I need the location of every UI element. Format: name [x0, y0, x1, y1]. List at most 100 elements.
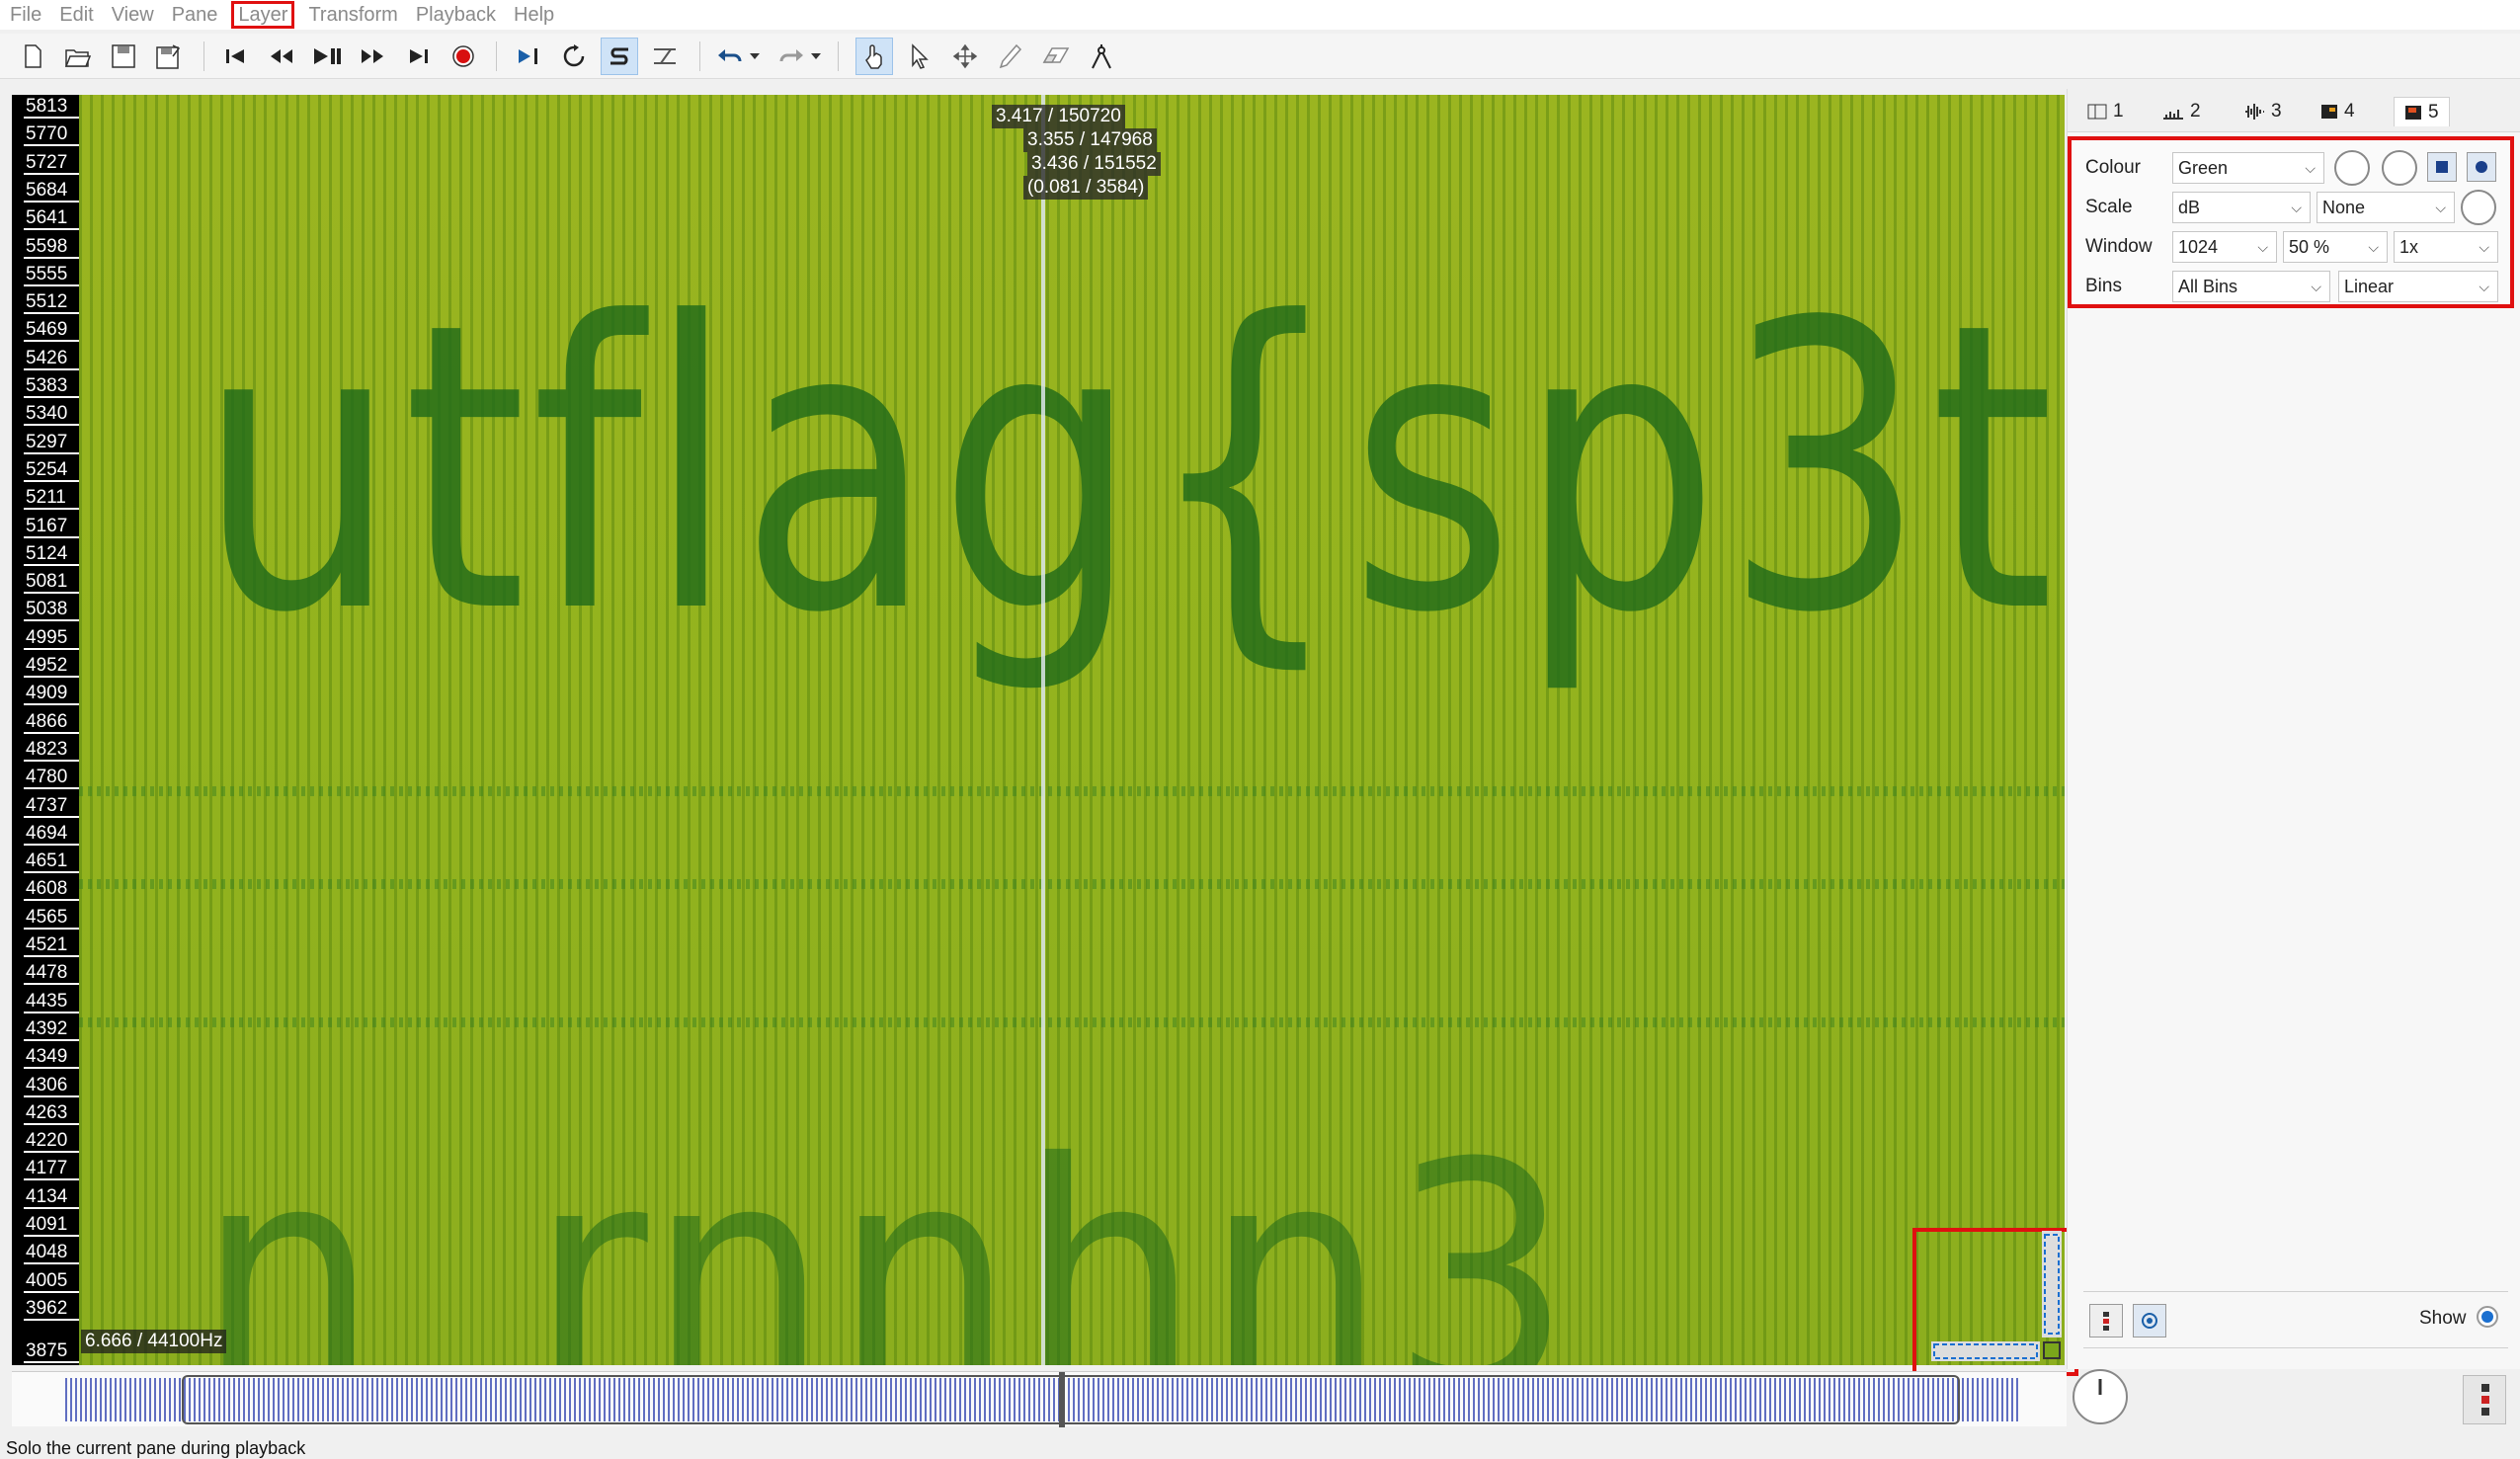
- frequency-tick-label: 4005: [24, 1270, 79, 1293]
- frequency-tick-label: 4435: [24, 991, 79, 1013]
- select-icon[interactable]: [901, 38, 938, 75]
- move-icon[interactable]: [946, 38, 984, 75]
- measure-icon[interactable]: [1083, 38, 1120, 75]
- show-layer-toggle[interactable]: [2477, 1306, 2498, 1328]
- frequency-tick-label: 5426: [24, 348, 79, 370]
- chevron-down-icon: ⌵: [2257, 239, 2268, 255]
- erase-icon[interactable]: [1037, 38, 1075, 75]
- chevron-down-icon: ⌵: [2305, 160, 2316, 176]
- open-file-icon[interactable]: [59, 38, 97, 75]
- loop-icon[interactable]: [555, 38, 593, 75]
- overview-playhead[interactable]: [1059, 1372, 1065, 1427]
- playback-cursor[interactable]: [1041, 95, 1045, 1365]
- spectrogram-pane[interactable]: utflag{sp3tr0 n_rnnhn3 3.417 / 150720 3.…: [12, 95, 2065, 1365]
- frequency-tick-label: 3875: [24, 1341, 79, 1363]
- frequency-tick-label: 5297: [24, 432, 79, 454]
- frequency-tick-label: 5167: [24, 516, 79, 538]
- overview-view-frame[interactable]: [182, 1375, 1960, 1424]
- chevron-down-icon: ⌵: [2291, 200, 2302, 215]
- colour-row: Colour: [2085, 157, 2141, 178]
- menu-layer[interactable]: Layer: [231, 1, 295, 29]
- tab-4[interactable]: 4: [2320, 97, 2355, 126]
- draw-icon[interactable]: [992, 38, 1029, 75]
- frequency-tick-label: 5512: [24, 292, 79, 315]
- menu-pane[interactable]: Pane: [168, 1, 232, 29]
- frequency-tick-label: 4952: [24, 656, 79, 678]
- undo-dropdown-icon[interactable]: [747, 38, 763, 75]
- frequency-band: [79, 1017, 2065, 1027]
- new-file-icon[interactable]: [14, 38, 51, 75]
- save-icon[interactable]: [105, 38, 142, 75]
- zoom-reset-button[interactable]: [2043, 1341, 2061, 1359]
- frequency-tick-label: 4651: [24, 851, 79, 874]
- toolbar: [0, 34, 2520, 79]
- frequency-tick-label: 4694: [24, 823, 79, 846]
- threshold-dial[interactable]: [2382, 150, 2417, 186]
- menu-file[interactable]: File: [6, 1, 55, 29]
- normalization-select[interactable]: None ⌵: [2317, 192, 2455, 223]
- invert-colours-toggle[interactable]: [2427, 152, 2457, 182]
- frequency-tick-label: 5038: [24, 600, 79, 622]
- undo-icon[interactable]: [711, 38, 749, 75]
- pane-layer-button[interactable]: [2089, 1304, 2123, 1337]
- horizontal-zoom-slider[interactable]: [1931, 1341, 2040, 1361]
- frequency-tick-label: 4349: [24, 1047, 79, 1070]
- menu-help[interactable]: Help: [510, 1, 568, 29]
- oversampling-select[interactable]: 1x ⌵: [2394, 231, 2498, 263]
- redo-icon[interactable]: [772, 38, 810, 75]
- bins-select[interactable]: All Bins ⌵: [2172, 271, 2330, 302]
- colour-select[interactable]: Green ⌵: [2172, 152, 2324, 184]
- frequency-tick-label: 4134: [24, 1186, 79, 1209]
- spectrogram-hidden-text-lower: n_rnnhn3: [198, 1096, 1578, 1365]
- tab-1[interactable]: 1: [2087, 97, 2124, 126]
- frequency-tick-label: 4177: [24, 1159, 79, 1181]
- save-as-icon[interactable]: [150, 38, 188, 75]
- spectrum-icon: [2163, 110, 2183, 120]
- tab-5[interactable]: 5: [2394, 97, 2450, 126]
- rewind-icon[interactable]: [263, 38, 300, 75]
- fast-forward-end-icon[interactable]: [399, 38, 437, 75]
- align-icon[interactable]: [646, 38, 684, 75]
- record-icon[interactable]: [445, 38, 482, 75]
- play-pause-icon[interactable]: [308, 38, 346, 75]
- layer-strip: Show: [2083, 1291, 2508, 1348]
- frequency-tick-label: 4565: [24, 907, 79, 930]
- scale-select[interactable]: dB ⌵: [2172, 192, 2311, 223]
- colour-rotation-dial[interactable]: [2334, 150, 2370, 186]
- frequency-tick-label: 4737: [24, 795, 79, 818]
- spectrogram-canvas[interactable]: utflag{sp3tr0 n_rnnhn3 3.417 / 150720 3.…: [79, 95, 2065, 1365]
- layer-tabs: 1 2 3 4 5: [2068, 89, 2520, 132]
- chevron-down-icon: ⌵: [2435, 200, 2446, 215]
- frequency-tick-label: 5469: [24, 320, 79, 343]
- menu-edit[interactable]: Edit: [55, 1, 107, 29]
- frequency-tick-label: 5555: [24, 264, 79, 286]
- level-meter-button[interactable]: [2463, 1375, 2506, 1424]
- frequency-tick-label: 4995: [24, 627, 79, 650]
- menu-view[interactable]: View: [108, 1, 168, 29]
- gain-dial[interactable]: [2461, 190, 2496, 225]
- solo-icon[interactable]: [601, 38, 638, 75]
- frequency-scale-select[interactable]: Linear ⌵: [2338, 271, 2498, 302]
- window-overlap-select[interactable]: 50 % ⌵: [2283, 231, 2388, 263]
- play-layer-toggle[interactable]: [2133, 1304, 2166, 1337]
- vertical-zoom-slider[interactable]: [2042, 1231, 2062, 1337]
- spectrogram-layer-icon: [2405, 105, 2421, 120]
- chevron-down-icon: ⌵: [2368, 239, 2379, 255]
- playback-speed-dial[interactable]: [2073, 1369, 2128, 1424]
- redo-dropdown-icon[interactable]: [808, 38, 824, 75]
- chevron-down-icon: ⌵: [2479, 279, 2489, 294]
- menu-bar: File Edit View Pane Layer Transform Play…: [0, 0, 2520, 30]
- overview-panner[interactable]: [12, 1371, 2067, 1427]
- navigate-icon[interactable]: [855, 38, 893, 75]
- window-size-select[interactable]: 1024 ⌵: [2172, 231, 2277, 263]
- pane-icon: [2087, 104, 2107, 120]
- frequency-tick-label: 4866: [24, 711, 79, 734]
- tab-2[interactable]: 2: [2162, 97, 2201, 126]
- rewind-start-icon[interactable]: [217, 38, 255, 75]
- fast-forward-icon[interactable]: [354, 38, 391, 75]
- constrain-playback-icon[interactable]: [510, 38, 547, 75]
- menu-transform[interactable]: Transform: [304, 1, 411, 29]
- tab-3[interactable]: 3: [2243, 97, 2282, 126]
- menu-playback[interactable]: Playback: [412, 1, 510, 29]
- normalize-visible-toggle[interactable]: [2467, 152, 2496, 182]
